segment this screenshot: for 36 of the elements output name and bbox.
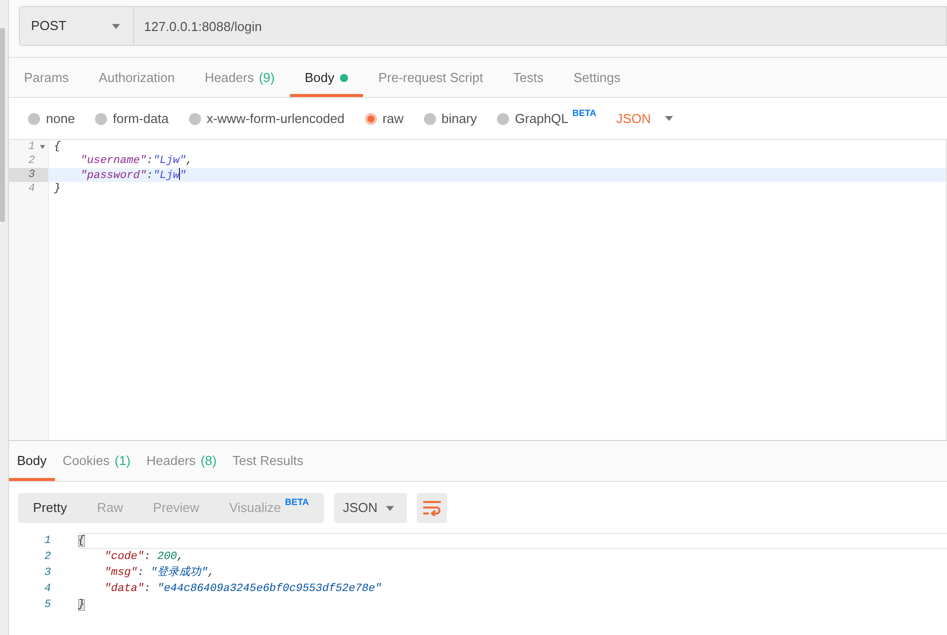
view-mode-button[interactable]: Visualize BETA [214,493,324,523]
tab[interactable]: Body [9,441,55,481]
line-number: 4 [43,582,51,597]
line-number: 2 [27,154,36,168]
code-line: "username":"Ljw", [79,154,194,168]
line-number: 1 [43,534,51,549]
wrap-lines-button[interactable] [416,493,447,523]
view-mode-button[interactable]: Pretty [18,493,82,523]
code-line: "data": "e44c86409a3245e6bf0c9553df52e78e" [103,582,383,597]
body-type-radio[interactable]: GraphQL BETA [496,108,596,128]
body-type-radio[interactable]: raw [364,108,404,128]
body-type-radio[interactable]: none [28,108,75,128]
body-type-radio[interactable]: x-www-form-urlencoded [188,108,345,128]
line-number: 3 [43,566,51,581]
code-line: { [53,140,62,154]
code-line: { [78,533,947,549]
line-number: 5 [43,598,51,613]
body-type-radio[interactable]: form-data [94,108,169,128]
body-editor[interactable]: 1 2 3 4 { "username":"Ljw", "password":"Ljw" } [9,140,947,440]
line-number: 4 [27,182,36,196]
code-line: } [53,182,62,196]
line-number: 1 [27,140,36,154]
body-type-radio[interactable]: binary [424,108,477,128]
format-dropdown[interactable]: JSON [334,493,407,523]
caret-icon [386,506,394,510]
code-line: "code": 200, [103,550,185,565]
caret-icon [664,116,673,121]
caret-icon [112,24,120,28]
scrollbar-thumb[interactable] [0,28,5,222]
tab[interactable]: Body [290,58,364,97]
url-field[interactable]: 127.0.0.1:8088/login [134,6,947,46]
wrap-icon [422,500,441,516]
line-number: 2 [43,550,51,565]
method-dropdown[interactable]: POST [19,6,134,46]
code-line: "msg": "登录成功", [103,565,216,581]
line-number: 3 [9,168,48,182]
